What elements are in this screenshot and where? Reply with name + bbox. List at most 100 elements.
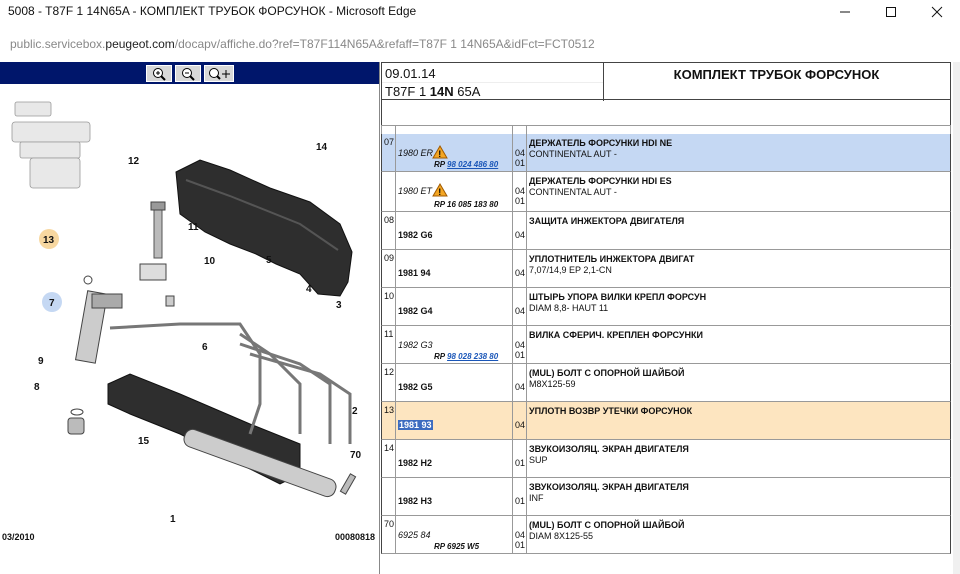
part-subtitle: DIAM 8X125-55	[529, 531, 594, 541]
row-desc-cell: ЗАЩИТА ИНЖЕКТОРА ДВИГАТЕЛЯ	[527, 212, 950, 249]
row-desc-cell: (MUL) БОЛТ С ОПОРНОЙ ШАЙБОЙ DIAM 8X125-55	[527, 516, 950, 553]
part-title: УПЛОТНИТЕЛЬ ИНЖЕКТОРА ДВИГАТ	[529, 254, 695, 264]
qty-value-2: 01	[515, 158, 526, 168]
row-number: 08	[382, 212, 396, 249]
qty-value-2: 01	[515, 540, 526, 550]
address-bar[interactable]: public.servicebox.peugeot.com/docapv/aff…	[0, 30, 960, 56]
label-4[interactable]: 4	[306, 284, 312, 295]
row-desc-cell: ШТЫРЬ УПОРА ВИЛКИ КРЕПЛ ФОРСУН DIAM 8,8- …	[527, 288, 950, 325]
svg-text:!: !	[438, 187, 441, 197]
maximize-button[interactable]	[868, 0, 914, 24]
label-12[interactable]: 12	[128, 156, 140, 167]
part-ref[interactable]: 6925 84	[398, 530, 431, 540]
diagram-pane: 14 12 11 10 13 5 7 4 3 6 9 8 2 15 70 1 0…	[0, 62, 380, 574]
parts-row[interactable]: 1982 H3 01 ЗВУКОИЗОЛЯЦ. ЭКРАН ДВИГАТЕЛЯ INF	[381, 478, 951, 516]
parts-row[interactable]: 11 1982 G3 RP 98 028 238 80 04 01 ВИЛКА СФЕРИ…	[381, 326, 951, 364]
parts-row[interactable]: 12 1982 G5 04 (MUL) БОЛТ С ОПОРНОЙ ШАЙБОЙ M8…	[381, 364, 951, 402]
part-ref[interactable]: 1982 G6	[398, 230, 433, 240]
row-desc-cell: ЗВУКОИЗОЛЯЦ. ЭКРАН ДВИГАТЕЛЯ INF	[527, 478, 950, 515]
zoom-out-button[interactable]	[175, 65, 201, 82]
row-qty-cell: 04 01	[513, 134, 527, 171]
row-ref-cell: 1982 G6	[396, 212, 513, 249]
label-2[interactable]: 2	[352, 406, 358, 417]
header-ref-bold: 14N	[429, 84, 454, 99]
label-13[interactable]: 13	[43, 235, 55, 246]
label-10[interactable]: 10	[204, 256, 216, 267]
label-5[interactable]: 5	[266, 255, 272, 266]
label-11[interactable]: 11	[188, 222, 199, 233]
parts-row[interactable]: 14 1982 H2 01 ЗВУКОИЗОЛЯЦ. ЭКРАН ДВИГАТЕЛЯ S…	[381, 440, 951, 478]
part-ref[interactable]: 1982 H2	[398, 458, 432, 468]
part-ref[interactable]: 1982 G3	[398, 340, 433, 350]
label-7[interactable]: 7	[49, 298, 55, 309]
col-qty-head	[512, 125, 527, 134]
engine-thumbnail	[11, 101, 91, 189]
qty-value-2: 01	[515, 196, 526, 206]
qty-value: 04	[515, 148, 526, 158]
row-qty-cell: 04	[513, 288, 527, 325]
part-ref[interactable]: 1981 93	[398, 420, 433, 430]
replacement-prefix: RP 6925 W5	[434, 542, 480, 551]
label-14[interactable]: 14	[316, 142, 328, 153]
parts-row[interactable]: 10 1982 G4 04 ШТЫРЬ УПОРА ВИЛКИ КРЕПЛ ФОРСУ…	[381, 288, 951, 326]
part-ref[interactable]: 1980 ET	[398, 186, 432, 196]
label-9[interactable]: 9	[38, 356, 44, 367]
row-desc-cell: ЗВУКОИЗОЛЯЦ. ЭКРАН ДВИГАТЕЛЯ SUP	[527, 440, 950, 477]
part-9-washer	[70, 408, 84, 416]
part-subtitle: SUP	[529, 455, 548, 465]
row-number: 10	[382, 288, 396, 325]
replacement-prefix: RP	[434, 352, 448, 361]
url-text[interactable]: public.servicebox.peugeot.com/docapv/aff…	[10, 37, 595, 51]
row-ref-cell: 1980 ER! RP 98 024 486 80	[396, 134, 513, 171]
header-date: 09.01.14	[385, 66, 436, 81]
row-desc-cell: ДЕРЖАТЕЛЬ ФОРСУНКИ HDI ES CONTINENTAL AUT…	[527, 172, 950, 211]
parts-row[interactable]: 70 6925 84 RP 6925 W5 04 01 (MUL) БОЛТ С ОПОР…	[381, 516, 951, 554]
col-ref-head	[395, 125, 513, 134]
parts-row[interactable]: 13 1981 93 04 УПЛОТН ВОЗВР УТЕЧКИ ФОРСУНОК	[381, 402, 951, 440]
row-desc-cell: УПЛОТН ВОЗВР УТЕЧКИ ФОРСУНОК	[527, 402, 950, 439]
header-ref-suffix: 65A	[453, 84, 481, 99]
label-6[interactable]: 6	[202, 342, 208, 353]
row-qty-cell: 04 01	[513, 516, 527, 553]
part-title: ДЕРЖАТЕЛЬ ФОРСУНКИ HDI ES	[529, 176, 672, 186]
replacement-link[interactable]: 98 024 486 80	[447, 160, 498, 169]
parts-pane: 09.01.14 T87F 1 14N 65A КОМПЛЕКТ ТРУБОК …	[381, 62, 960, 574]
label-1[interactable]: 1	[170, 514, 176, 525]
qty-value: 04	[515, 306, 526, 316]
label-70[interactable]: 70	[350, 450, 362, 461]
row-ref-cell: 6925 84 RP 6925 W5	[396, 516, 513, 553]
close-button[interactable]	[914, 0, 960, 24]
parts-diagram[interactable]: 14 12 11 10 13 5 7 4 3 6 9 8 2 15 70 1	[0, 84, 380, 544]
parts-row[interactable]: 07 1980 ER! RP 98 024 486 80 04 01 ДЕРЖАТЕЛЬ …	[381, 134, 951, 172]
part-ref[interactable]: 1980 ER	[398, 148, 433, 158]
part-ref[interactable]: 1982 G5	[398, 382, 433, 392]
scrollbar[interactable]	[953, 62, 960, 574]
row-qty-cell: 04 01	[513, 172, 527, 211]
parts-row[interactable]: 09 1981 94 04 УПЛОТНИТЕЛЬ ИНЖЕКТОРА ДВИГАТ 7…	[381, 250, 951, 288]
parts-row[interactable]: 1980 ET! RP 16 085 183 80 04 01 ДЕРЖАТЕЛЬ ФО…	[381, 172, 951, 212]
window-title: 5008 - T87F 1 14N65A - КОМПЛЕКТ ТРУБОК Ф…	[8, 4, 417, 18]
replacement-link[interactable]: 98 028 238 80	[447, 352, 498, 361]
part-ref[interactable]: 1981 94	[398, 268, 431, 278]
part-ref[interactable]: 1982 H3	[398, 496, 432, 506]
replacement-prefix: RP 16 085 183 80	[434, 200, 499, 209]
header-ref-prefix: T87F 1	[385, 84, 430, 99]
parts-row[interactable]: 08 1982 G6 04 ЗАЩИТА ИНЖЕКТОРА ДВИГАТЕЛЯ	[381, 212, 951, 250]
part-subtitle: DIAM 8,8- HAUT 11	[529, 303, 609, 313]
zoom-in-icon	[153, 67, 166, 81]
qty-value: 04	[515, 230, 526, 240]
replacement-ref: RP 16 085 183 80	[434, 200, 498, 209]
zoom-in-button[interactable]	[146, 65, 172, 82]
label-8[interactable]: 8	[34, 382, 40, 393]
pan-button[interactable]	[204, 65, 234, 82]
url-host-prefix: public.servicebox.	[10, 37, 106, 51]
label-15[interactable]: 15	[138, 436, 150, 447]
maximize-icon	[886, 7, 896, 17]
part-ref[interactable]: 1982 G4	[398, 306, 433, 316]
row-number: 07	[382, 134, 396, 171]
warning-icon: !	[432, 145, 448, 159]
minimize-button[interactable]	[822, 0, 868, 24]
row-ref-cell: 1982 G4	[396, 288, 513, 325]
diagram-date: 03/2010	[2, 532, 35, 542]
label-3[interactable]: 3	[336, 300, 342, 311]
